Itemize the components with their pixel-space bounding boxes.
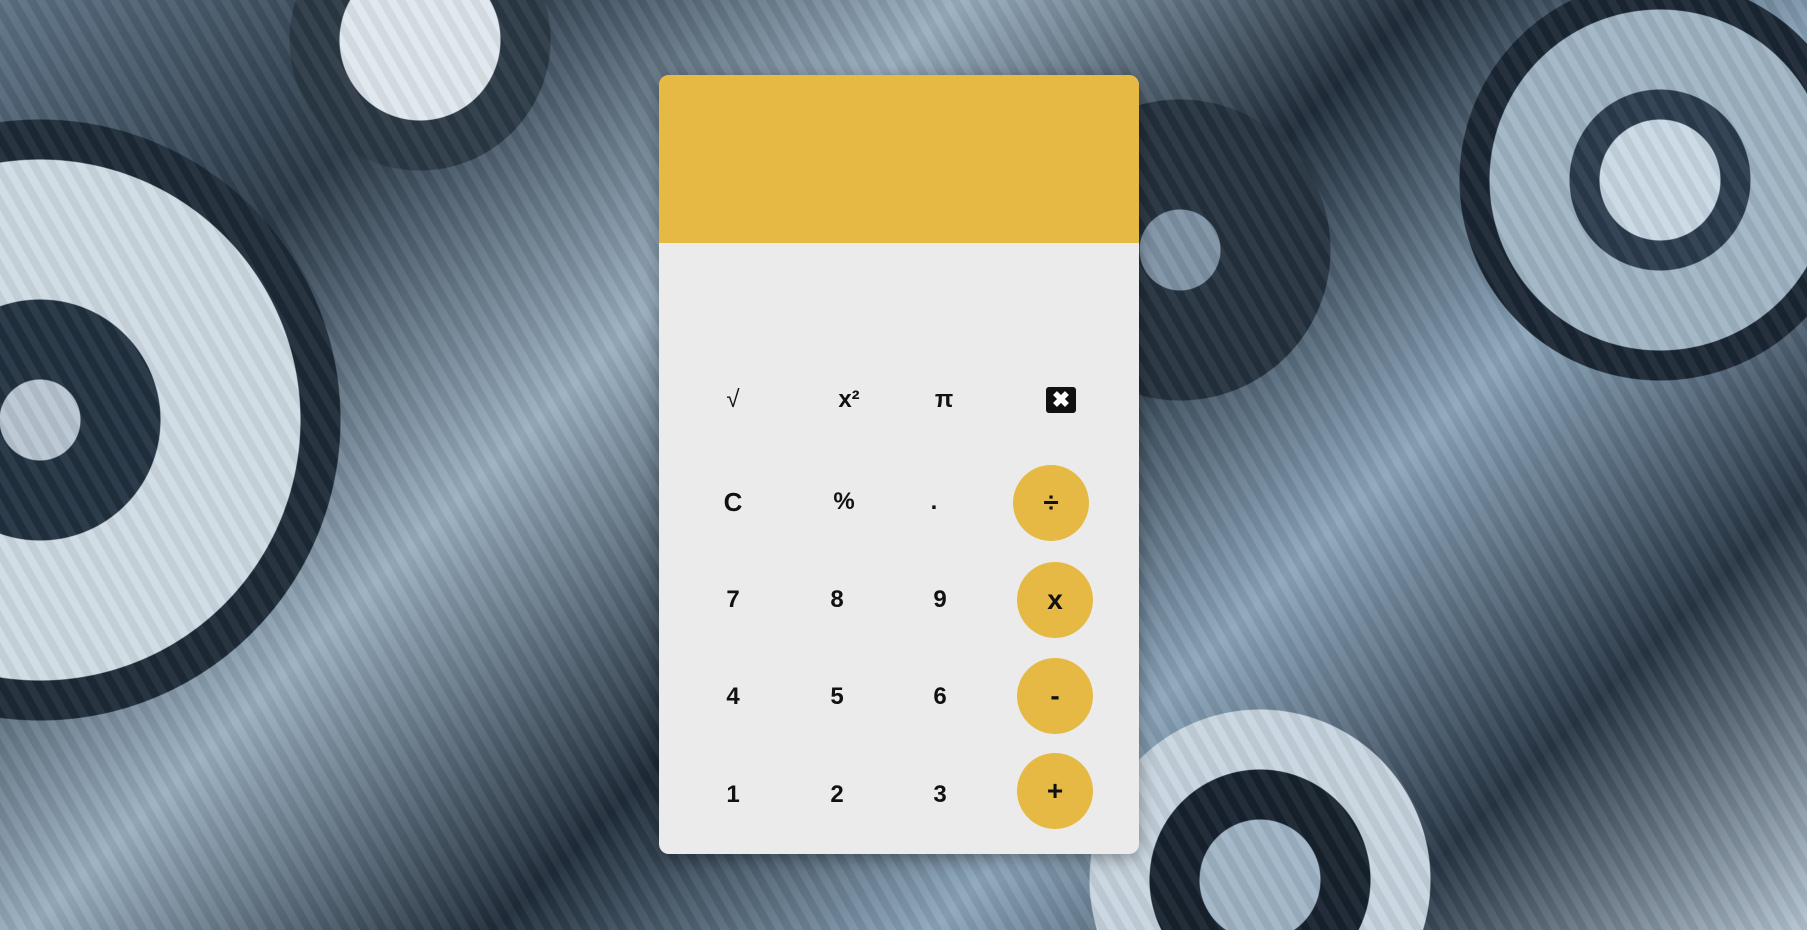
four-button[interactable]: 4 xyxy=(693,662,773,732)
display xyxy=(659,75,1139,243)
eight-button[interactable]: 8 xyxy=(797,565,877,635)
one-button[interactable]: 1 xyxy=(693,760,773,830)
percent-button[interactable]: % xyxy=(794,467,894,537)
two-button[interactable]: 2 xyxy=(797,760,877,830)
minus-button[interactable]: - xyxy=(1017,658,1093,734)
seven-button[interactable]: 7 xyxy=(693,565,773,635)
close-box-icon: ✖ xyxy=(1046,387,1076,413)
plus-button[interactable]: + xyxy=(1017,753,1093,829)
pi-button[interactable]: π xyxy=(904,365,984,435)
nine-button[interactable]: 9 xyxy=(900,565,980,635)
sqrt-button[interactable]: √ xyxy=(693,365,773,435)
three-button[interactable]: 3 xyxy=(900,760,980,830)
equals-button[interactable]: = xyxy=(1015,851,1095,854)
backspace-button[interactable]: ✖ xyxy=(1021,365,1101,435)
square-button[interactable]: x² xyxy=(799,365,899,435)
calculator: √ x² π ✖ C % . ÷ 7 8 9 x 4 5 6 - 1 2 3 +… xyxy=(659,75,1139,854)
divide-button[interactable]: ÷ xyxy=(1013,465,1089,541)
zero-button[interactable]: 0 xyxy=(794,851,874,854)
six-button[interactable]: 6 xyxy=(900,662,980,732)
multiply-button[interactable]: x xyxy=(1017,562,1093,638)
dot-button[interactable]: . xyxy=(894,467,974,537)
clear-button[interactable]: C xyxy=(693,467,773,537)
five-button[interactable]: 5 xyxy=(797,662,877,732)
